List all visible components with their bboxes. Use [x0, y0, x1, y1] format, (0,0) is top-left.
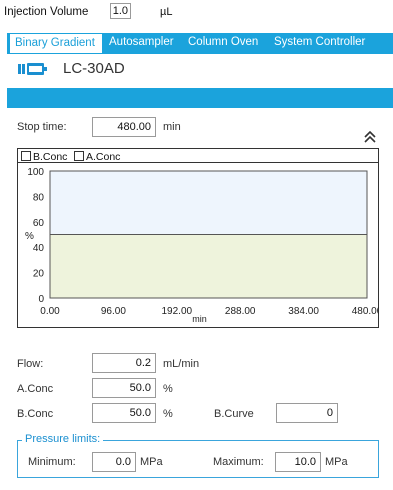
a-conc-unit: % — [163, 383, 173, 395]
flow-unit: mL/min — [163, 358, 200, 370]
x-tick-label: 480.00 — [352, 306, 379, 317]
pressure-min-unit: MPa — [140, 456, 163, 468]
x-tick-label: 288.00 — [225, 306, 256, 317]
y-tick-label: 0 — [38, 294, 44, 305]
b-curve-label: B.Curve — [214, 408, 254, 420]
pressure-min-label: Minimum: — [28, 456, 76, 468]
y-tick-label: 40 — [33, 243, 45, 254]
legend-a-conc[interactable]: A.Conc — [74, 151, 120, 163]
a-conc-label: A.Conc — [17, 383, 54, 395]
tab-system-controller[interactable]: System Controller — [274, 33, 365, 53]
x-axis-label: min — [192, 314, 207, 324]
tab-column-oven[interactable]: Column Oven — [188, 33, 258, 53]
x-tick-label: 384.00 — [288, 306, 319, 317]
series-b-conc-area — [50, 171, 367, 235]
y-tick-label: 60 — [33, 218, 45, 229]
flow-label: Flow: — [17, 358, 44, 370]
b-conc-label: B.Conc — [17, 408, 54, 420]
a-conc-input[interactable]: 50.0 — [92, 378, 156, 398]
legend-b-label: B.Conc — [33, 151, 68, 163]
b-curve-input[interactable]: 0 — [276, 403, 338, 423]
double-chevron-up-icon[interactable] — [364, 131, 376, 143]
y-tick-label: 20 — [33, 269, 45, 280]
pump-icon — [18, 63, 47, 75]
chart-legend-bar — [17, 148, 379, 163]
legend-a-checkbox[interactable] — [74, 151, 84, 161]
flow-input[interactable]: 0.2 — [92, 353, 156, 373]
y-tick-label: 100 — [27, 167, 44, 178]
pressure-max-label: Maximum: — [213, 456, 264, 468]
gradient-chart: 0 20 40 60 80 100% 0.00 96.00 192.00 288.00 384.00… — [25, 167, 379, 324]
x-tick-label: 96.00 — [101, 306, 126, 317]
injection-volume-unit: µL — [160, 6, 173, 18]
tab-autosampler[interactable]: Autosampler — [109, 33, 174, 53]
x-tick-label: 192.00 — [162, 306, 193, 317]
tab-panel-border — [7, 53, 393, 54]
injection-volume-input[interactable]: 1.0 — [110, 3, 131, 19]
legend-a-label: A.Conc — [86, 151, 121, 163]
stop-time-input[interactable]: 480.00 — [92, 117, 156, 137]
legend-b-conc[interactable]: B.Conc — [21, 151, 67, 163]
tab-binary-gradient[interactable]: Binary Gradient — [9, 33, 103, 54]
b-conc-input[interactable]: 50.0 — [92, 403, 156, 423]
stop-time-unit: min — [163, 121, 181, 133]
series-a-conc-area — [50, 234, 367, 298]
device-header-band — [7, 88, 393, 108]
y-tick-label: 80 — [33, 192, 45, 203]
y-axis-label: % — [25, 231, 34, 242]
pressure-min-input[interactable]: 0.0 — [92, 452, 136, 472]
pressure-max-unit: MPa — [325, 456, 348, 468]
injection-volume-label: Injection Volume — [4, 6, 89, 18]
device-name: LC-30AD — [63, 60, 125, 77]
pressure-max-input[interactable]: 10.0 — [275, 452, 321, 472]
x-tick-label: 0.00 — [40, 306, 60, 317]
legend-b-checkbox[interactable] — [21, 151, 31, 161]
pressure-limits-title: Pressure limits: — [22, 433, 104, 445]
stop-time-label: Stop time: — [17, 121, 67, 133]
b-conc-unit: % — [163, 408, 173, 420]
